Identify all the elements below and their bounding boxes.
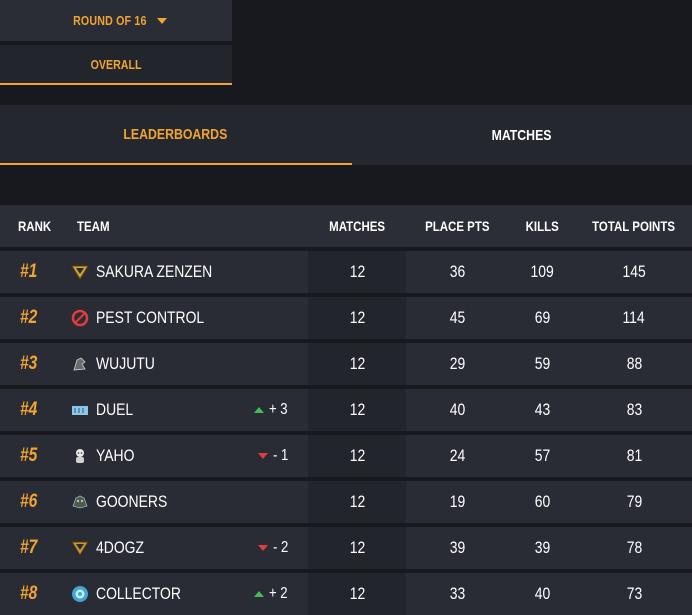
place-pts-cell: 40 xyxy=(449,400,465,419)
team-name: 4DOGZ xyxy=(96,538,145,557)
table-row[interactable]: #7 4DOGZ - 2 12 39 39 78 xyxy=(0,527,692,569)
place-pts-cell: 29 xyxy=(449,354,465,373)
team-cell: YAHO - 1 xyxy=(66,446,308,466)
rank-cell: #7 xyxy=(20,537,38,558)
total-points-cell: 145 xyxy=(622,262,646,281)
team-name: YAHO xyxy=(96,446,135,465)
table-header: RANK TEAM MATCHES PLACE PTS KILLS TOTAL … xyxy=(0,205,692,247)
rank-cell: #8 xyxy=(20,583,38,604)
overall-filter-label: OVERALL xyxy=(90,56,142,72)
header-team: TEAM xyxy=(77,218,110,234)
tab-bar: LEADERBOARDS MATCHES xyxy=(0,105,692,165)
tab-matches-label: MATCHES xyxy=(491,126,552,144)
arrow-down-icon xyxy=(258,453,269,459)
arrow-up-icon xyxy=(254,591,265,597)
matches-cell: 12 xyxy=(308,343,406,385)
header-total-points: TOTAL POINTS xyxy=(592,218,676,234)
header-rank: RANK xyxy=(18,218,52,234)
round-dropdown[interactable]: ROUND OF 16 xyxy=(0,0,232,41)
team-cell: 4DOGZ - 2 xyxy=(66,538,308,558)
rank-cell: #2 xyxy=(20,307,38,328)
table-row[interactable]: #3 WUJUTU 12 29 59 88 xyxy=(0,343,692,385)
leaderboard-table: RANK TEAM MATCHES PLACE PTS KILLS TOTAL … xyxy=(0,205,692,615)
4dogz-logo-icon xyxy=(70,538,90,558)
rank-cell: #1 xyxy=(20,261,38,282)
matches-cell: 12 xyxy=(308,481,406,523)
header-matches: MATCHES xyxy=(308,205,406,247)
rank-cell: #4 xyxy=(20,399,38,420)
team-name: DUEL xyxy=(96,400,134,419)
gooners-logo-icon xyxy=(70,492,90,512)
table-row[interactable]: #6 GOONERS 12 19 60 79 xyxy=(0,481,692,523)
place-pts-cell: 33 xyxy=(449,584,465,603)
team-name: SAKURA ZENZEN xyxy=(96,262,213,281)
yaho-logo-icon xyxy=(70,446,90,466)
total-points-cell: 81 xyxy=(626,446,642,465)
chevron-down-icon xyxy=(156,17,167,24)
arrow-down-icon xyxy=(258,545,269,551)
total-points-cell: 83 xyxy=(626,400,642,419)
sakura-zenzen-logo-icon xyxy=(70,262,90,282)
table-row[interactable]: #5 YAHO - 1 12 24 57 81 xyxy=(0,435,692,477)
overall-filter[interactable]: OVERALL xyxy=(0,45,232,85)
matches-cell: 12 xyxy=(308,297,406,339)
team-name: PEST CONTROL xyxy=(96,308,205,327)
rank-change: + 2 xyxy=(254,585,292,603)
kills-cell: 40 xyxy=(534,584,550,603)
header-kills: KILLS xyxy=(525,218,559,234)
rank-change: + 3 xyxy=(254,401,292,419)
table-row[interactable]: #1 SAKURA ZENZEN 12 36 109 145 xyxy=(0,251,692,293)
header-place-pts: PLACE PTS xyxy=(424,218,490,234)
team-name: WUJUTU xyxy=(96,354,155,373)
kills-cell: 43 xyxy=(534,400,550,419)
kills-cell: 109 xyxy=(530,262,554,281)
tab-matches[interactable]: MATCHES xyxy=(352,105,692,165)
rank-change: - 1 xyxy=(258,447,292,465)
team-name: COLLECTOR xyxy=(96,584,181,603)
team-cell: GOONERS xyxy=(66,492,308,512)
wujutu-logo-icon xyxy=(70,354,90,374)
rank-cell: #5 xyxy=(20,445,38,466)
kills-cell: 69 xyxy=(534,308,550,327)
total-points-cell: 79 xyxy=(626,492,642,511)
tab-leaderboards-label: LEADERBOARDS xyxy=(123,125,228,143)
team-cell: COLLECTOR + 2 xyxy=(66,584,308,604)
rank-cell: #3 xyxy=(20,353,38,374)
place-pts-cell: 24 xyxy=(449,446,465,465)
total-points-cell: 114 xyxy=(622,308,646,327)
matches-cell: 12 xyxy=(308,527,406,569)
kills-cell: 39 xyxy=(534,538,550,557)
place-pts-cell: 36 xyxy=(449,262,465,281)
team-cell: WUJUTU xyxy=(66,354,308,374)
rank-cell: #6 xyxy=(20,491,38,512)
place-pts-cell: 39 xyxy=(449,538,465,557)
place-pts-cell: 19 xyxy=(449,492,465,511)
round-dropdown-label: ROUND OF 16 xyxy=(73,13,147,28)
duel-logo-icon xyxy=(70,400,90,420)
rank-change: - 2 xyxy=(258,539,292,557)
table-row[interactable]: #4 DUEL + 3 12 40 43 83 xyxy=(0,389,692,431)
collector-logo-icon xyxy=(70,584,90,604)
team-name: GOONERS xyxy=(96,492,168,511)
total-points-cell: 78 xyxy=(626,538,642,557)
team-cell: DUEL + 3 xyxy=(66,400,308,420)
matches-cell: 12 xyxy=(308,435,406,477)
table-row[interactable]: #2 PEST CONTROL 12 45 69 114 xyxy=(0,297,692,339)
matches-cell: 12 xyxy=(308,389,406,431)
place-pts-cell: 45 xyxy=(449,308,465,327)
matches-cell: 12 xyxy=(308,251,406,293)
total-points-cell: 73 xyxy=(626,584,642,603)
kills-cell: 57 xyxy=(534,446,550,465)
kills-cell: 60 xyxy=(534,492,550,511)
kills-cell: 59 xyxy=(534,354,550,373)
team-cell: SAKURA ZENZEN xyxy=(66,262,308,282)
team-cell: PEST CONTROL xyxy=(66,308,308,328)
total-points-cell: 88 xyxy=(626,354,642,373)
pest-control-logo-icon xyxy=(70,308,90,328)
tab-leaderboards[interactable]: LEADERBOARDS xyxy=(0,105,352,165)
arrow-up-icon xyxy=(254,407,265,413)
